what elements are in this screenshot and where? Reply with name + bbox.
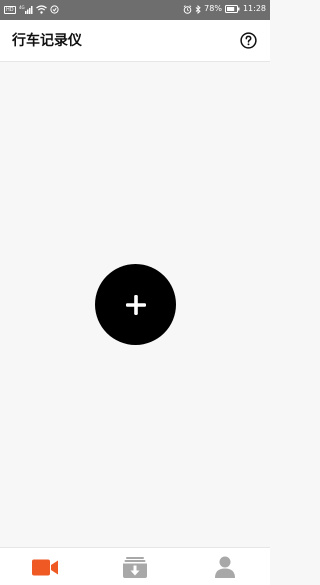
cellular-signal-icon: 4G	[19, 5, 33, 14]
nav-record-tab[interactable]	[30, 555, 60, 579]
wifi-icon	[35, 5, 47, 14]
download-tray-icon	[123, 556, 147, 578]
nav-profile-tab[interactable]	[210, 555, 240, 579]
signal-text: 4G	[19, 5, 25, 10]
plus-icon	[125, 294, 146, 315]
person-icon	[215, 556, 235, 578]
app-header: 行车记录仪	[0, 20, 270, 62]
status-right: 78% 11:28	[183, 4, 266, 14]
nav-download-tab[interactable]	[120, 555, 150, 579]
page-title: 行车记录仪	[12, 33, 82, 49]
notification-icon	[50, 5, 59, 14]
video-camera-icon	[32, 559, 58, 575]
alarm-icon	[183, 4, 192, 14]
battery-icon	[224, 5, 240, 13]
bottom-nav	[0, 547, 270, 585]
screen: HD 4G 78% 11:28 行车记录仪	[0, 0, 270, 585]
status-left: HD 4G	[4, 5, 59, 14]
main-content	[0, 62, 270, 547]
question-circle-icon	[240, 32, 257, 49]
bluetooth-icon	[195, 4, 201, 14]
add-device-button[interactable]	[95, 264, 176, 345]
battery-percentage: 78%	[204, 4, 222, 13]
status-bar: HD 4G 78% 11:28	[0, 0, 270, 20]
clock-time: 11:28	[242, 4, 266, 13]
help-button[interactable]	[240, 32, 257, 49]
hd-badge: HD	[4, 5, 16, 14]
